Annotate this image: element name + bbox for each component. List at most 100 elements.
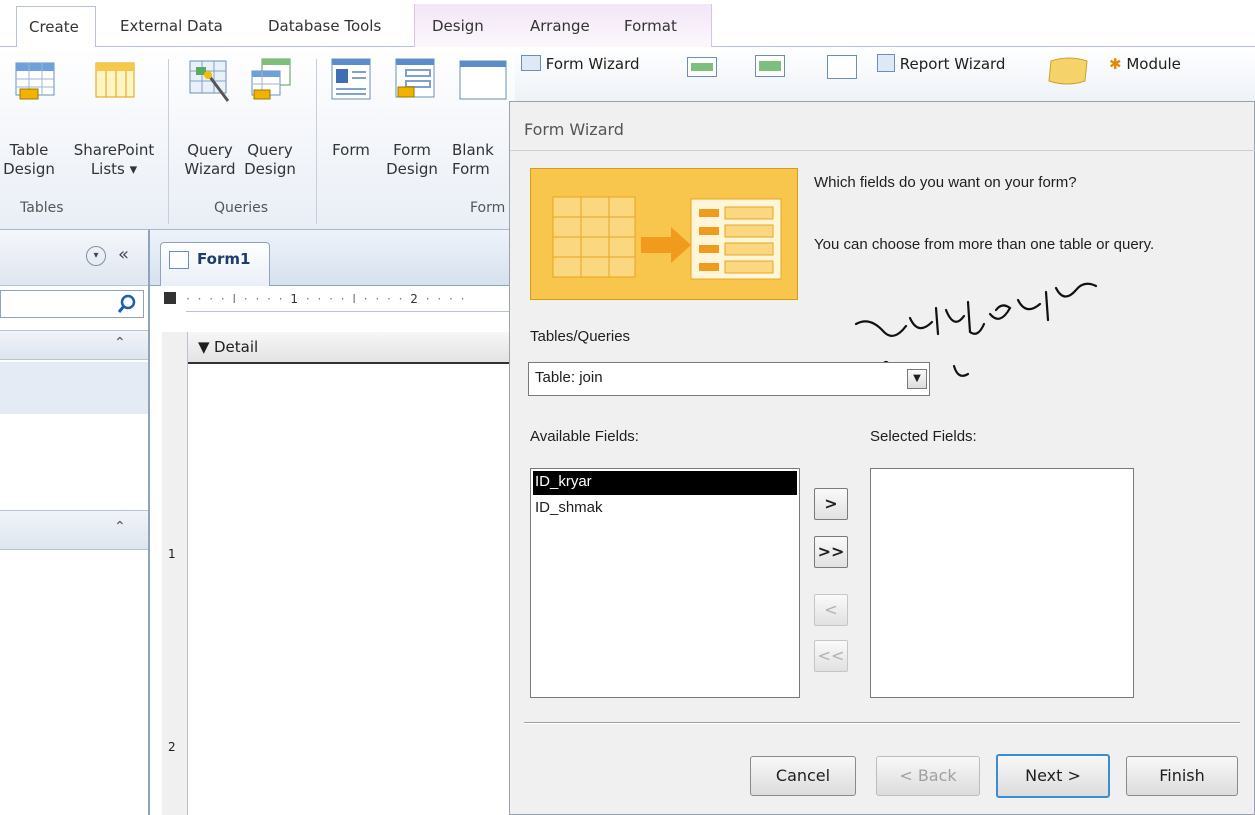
sharepoint-lists-label-1: SharePoint	[73, 141, 155, 159]
table-design-icon	[14, 59, 58, 107]
nav-search-input[interactable]	[0, 290, 144, 318]
tables-queries-value: Table: join	[535, 369, 603, 386]
blank-report-icon[interactable]	[827, 55, 857, 79]
sharepoint-lists-label-2: Lists ▾	[90, 160, 138, 178]
group-tables-label: Tables	[20, 200, 64, 216]
nav-group-header[interactable]: ⌃	[0, 510, 148, 550]
move-one-button[interactable]: >	[814, 488, 848, 520]
form-icon	[330, 57, 374, 107]
ribbon-upper-strip: Form Wizard Report Wizard ✱ Module	[515, 47, 1255, 101]
vruler-mark-2: 2	[168, 740, 176, 754]
vruler-mark-1: 1	[168, 547, 176, 561]
group-divider	[168, 59, 169, 224]
navigation-pane: ▾ « ⌃ ⌃	[0, 230, 150, 815]
nav-menu-dropdown-icon[interactable]: ▾	[86, 246, 106, 266]
report-wizard-label: Report Wizard	[899, 55, 1006, 73]
blank-form-button[interactable]: Blank Form	[452, 141, 516, 179]
form-design-label-2: Design	[386, 160, 438, 178]
detail-section-label: Detail	[214, 338, 259, 356]
blank-form-icon	[458, 59, 508, 107]
module-label: Module	[1126, 55, 1181, 73]
list-item[interactable]: ID_kryar	[533, 471, 797, 495]
back-button[interactable]: < Back	[876, 756, 980, 796]
tab-external-data[interactable]: External Data	[108, 6, 235, 48]
form-design-view: Form1 · · · · I · · · · 1 · · · · I · · …	[150, 230, 515, 815]
group-forms-label: Form	[470, 200, 506, 216]
tab-format[interactable]: Format	[612, 6, 689, 48]
ruler-mark-1: 1	[290, 292, 301, 306]
remove-all-button[interactable]: <<	[814, 640, 848, 672]
blank-form-label-2: Form	[452, 160, 490, 178]
available-fields-label: Available Fields:	[530, 428, 639, 445]
table-design-label-2: Design	[3, 160, 55, 178]
nav-item[interactable]	[0, 362, 148, 414]
vertical-ruler: 1 2	[162, 332, 188, 815]
nav-pane-header: ▾ «	[0, 230, 148, 286]
tab-arrange[interactable]: Arrange	[518, 6, 602, 48]
selected-fields-list[interactable]	[870, 468, 1134, 698]
shutter-bar-close-icon[interactable]: «	[118, 244, 129, 265]
wizard-illustration	[530, 168, 798, 300]
dialog-divider	[524, 722, 1240, 724]
list-item[interactable]: ID_shmak	[533, 497, 797, 521]
form-selector[interactable]	[164, 292, 176, 304]
tables-queries-label: Tables/Queries	[530, 328, 631, 345]
cancel-button[interactable]: Cancel	[750, 756, 856, 796]
remove-one-button[interactable]: <	[814, 594, 848, 626]
next-button[interactable]: Next >	[996, 754, 1110, 798]
horizontal-ruler: · · · · I · · · · 1 · · · · I · · · · 2 …	[186, 288, 515, 312]
collapse-icon[interactable]: ⌃	[114, 519, 126, 535]
report-wizard-icon	[877, 54, 895, 72]
move-all-button[interactable]: >>	[814, 536, 848, 568]
selected-fields-label: Selected Fields:	[870, 428, 977, 445]
table-design-button[interactable]: Table Design	[0, 141, 58, 179]
module-button[interactable]: ✱ Module	[1109, 53, 1219, 77]
group-queries-label: Queries	[214, 200, 269, 216]
document-tab-form1[interactable]: Form1	[160, 242, 270, 286]
form-button[interactable]: Form	[326, 141, 376, 160]
form-wizard-ribbon-button[interactable]: Form Wizard	[521, 53, 661, 77]
form-icon	[169, 251, 189, 269]
wizard-question: Which fields do you want on your form?	[814, 174, 1077, 191]
query-design-button[interactable]: Query Design	[240, 141, 300, 179]
form-label: Form	[332, 141, 370, 159]
form-design-button[interactable]: Form Design	[382, 141, 442, 179]
blank-form-label-1: Blank	[452, 141, 494, 159]
sharepoint-lists-icon	[94, 59, 138, 107]
report-icon[interactable]	[687, 57, 717, 77]
ribbon-tab-bar: Create External Data Database Tools Desi…	[0, 0, 1255, 48]
tables-queries-select[interactable]: Table: join ▼	[528, 362, 930, 396]
query-wizard-button[interactable]: Query Wizard	[180, 141, 240, 179]
chevron-down-icon[interactable]: ▼	[907, 369, 927, 389]
wizard-hint: You can choose from more than one table …	[814, 236, 1155, 253]
tab-design[interactable]: Design	[420, 6, 496, 48]
macro-icon[interactable]	[1045, 53, 1093, 87]
nav-group-header[interactable]: ⌃	[0, 330, 148, 360]
query-design-label-1: Query	[247, 141, 293, 159]
search-icon	[117, 294, 136, 313]
detail-section-bar[interactable]: ▼ Detail	[188, 332, 515, 364]
query-design-label-2: Design	[244, 160, 296, 178]
form-design-label-1: Form	[393, 141, 431, 159]
query-wizard-label-1: Query	[187, 141, 233, 159]
query-wizard-label-2: Wizard	[184, 160, 236, 178]
ruler-mark-2: 2	[410, 292, 420, 306]
tab-database-tools[interactable]: Database Tools	[256, 6, 393, 48]
query-wizard-icon	[186, 57, 234, 109]
tab-create[interactable]: Create	[16, 6, 96, 48]
module-icon: ✱	[1109, 55, 1122, 73]
title-divider	[510, 150, 1255, 151]
document-tab-strip: Form1	[150, 230, 515, 286]
available-fields-list[interactable]: ID_kryar ID_shmak	[530, 468, 800, 698]
collapse-icon[interactable]: ⌃	[114, 335, 126, 351]
detail-section-area[interactable]	[188, 366, 515, 815]
finish-button[interactable]: Finish	[1126, 756, 1238, 796]
query-design-icon	[248, 57, 296, 109]
document-tab-label: Form1	[197, 250, 251, 268]
form-design-icon	[394, 57, 438, 107]
sharepoint-lists-button[interactable]: SharePoint Lists ▾	[64, 141, 164, 179]
group-divider	[316, 59, 317, 224]
report-design-icon[interactable]	[755, 55, 785, 77]
detail-section-icon: ▼	[198, 338, 210, 356]
report-wizard-button[interactable]: Report Wizard	[877, 53, 1037, 77]
